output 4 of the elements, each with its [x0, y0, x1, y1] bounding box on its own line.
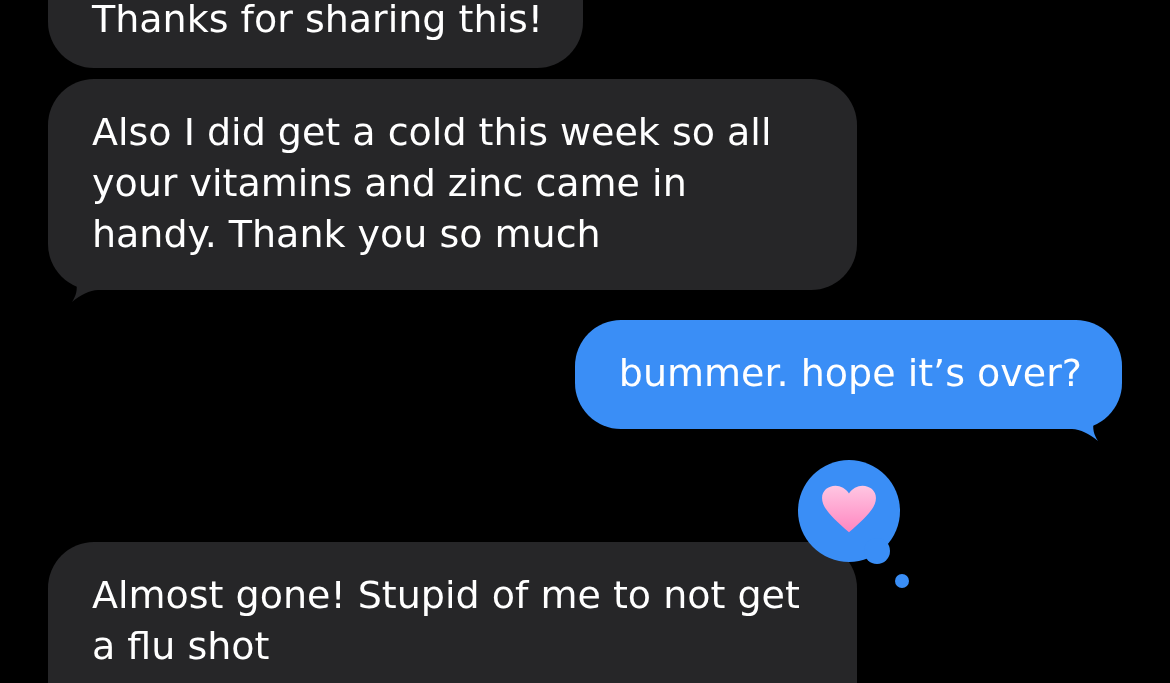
message-text: Almost gone! Stupid of me to not get a flu shot — [92, 572, 801, 670]
message-text: bummer. hope it’s over? — [618, 350, 1082, 397]
message-text: Thanks for sharing this! — [92, 0, 544, 38]
message-text: Also I did get a cold this week so all your vitamins and zinc came in handy. Thank you so much — [92, 109, 773, 258]
